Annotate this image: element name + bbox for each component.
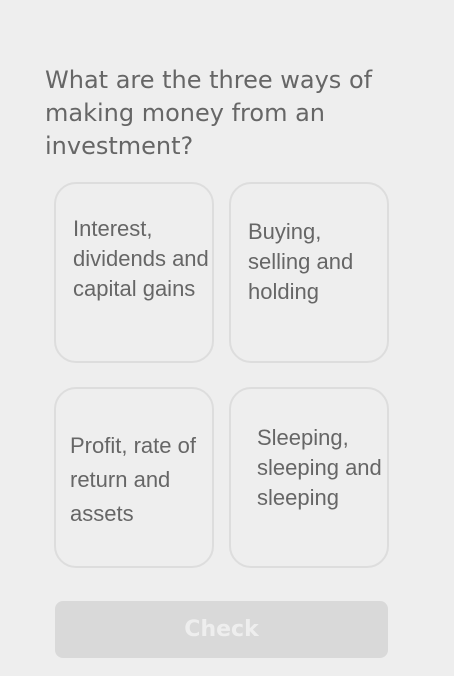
answer-option-label: Profit, rate of return and assets [70, 433, 196, 526]
answer-option-label: Buying, selling and holding [248, 219, 354, 304]
answer-option-4[interactable]: Sleeping, sleeping and sleeping [229, 387, 389, 568]
check-button[interactable]: Check [55, 601, 388, 658]
answer-option-2[interactable]: Buying, selling and holding [229, 182, 389, 363]
answer-option-label: Interest, dividends and capital gains [73, 216, 209, 301]
question-text: What are the three ways of making money … [45, 66, 373, 160]
answer-option-3[interactable]: Profit, rate of return and assets [54, 387, 214, 568]
answer-option-label: Sleeping, sleeping and sleeping [257, 425, 382, 510]
answer-option-1[interactable]: Interest, dividends and capital gains [54, 182, 214, 363]
